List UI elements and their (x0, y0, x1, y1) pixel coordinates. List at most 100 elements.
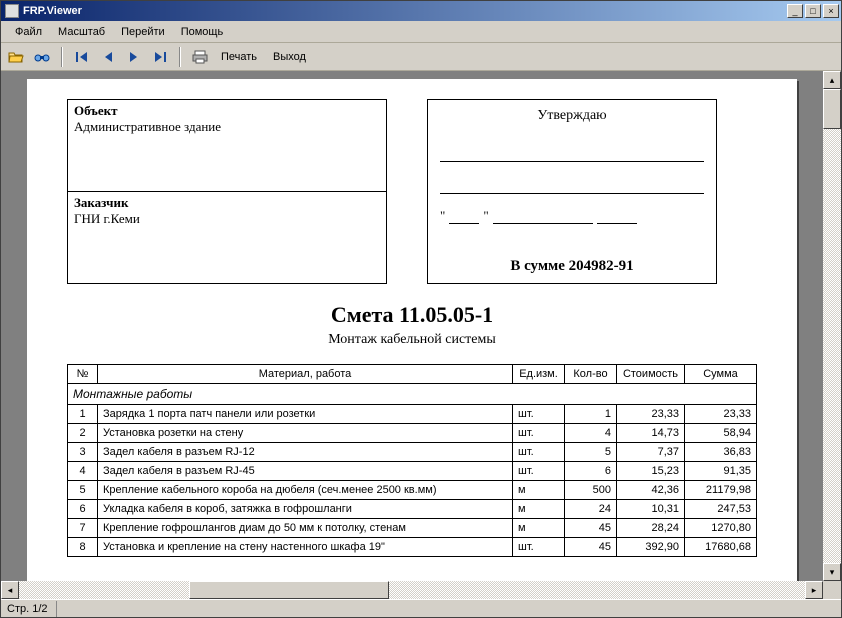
menu-scale[interactable]: Масштаб (50, 24, 113, 40)
viewer-viewport[interactable]: Объект Административное здание Заказчик … (1, 71, 823, 581)
col-name: Материал, работа (98, 365, 513, 384)
cell-unit: шт. (513, 424, 565, 443)
approve-label: Утверждаю (438, 108, 706, 124)
scroll-right-button[interactable]: ▸ (805, 581, 823, 599)
col-cost: Стоимость (617, 365, 685, 384)
separator (61, 47, 63, 67)
cell-name: Задел кабеля в разъем RJ-12 (98, 443, 513, 462)
window-title: FRP.Viewer (23, 5, 787, 17)
col-num: № (68, 365, 98, 384)
scroll-corner (823, 581, 841, 599)
cell-qty: 4 (565, 424, 617, 443)
exit-label[interactable]: Выход (267, 48, 312, 66)
table-row: 2Установка розетки на стенушт.414,7358,9… (68, 424, 757, 443)
horizontal-scrollbar[interactable]: ◂ ▸ (1, 581, 823, 599)
table-row: 1Зарядка 1 порта патч панели или розетки… (68, 405, 757, 424)
scroll-track[interactable] (19, 581, 805, 599)
document-page: Объект Административное здание Заказчик … (27, 79, 797, 581)
cell-cost: 392,90 (617, 538, 685, 557)
menu-file[interactable]: Файл (7, 24, 50, 40)
table-header-row: № Материал, работа Ед.изм. Кол-во Стоимо… (68, 365, 757, 384)
cell-sum: 91,35 (685, 462, 757, 481)
menu-bar: Файл Масштаб Перейти Помощь (1, 21, 841, 43)
cell-num: 5 (68, 481, 98, 500)
cell-num: 8 (68, 538, 98, 557)
cell-sum: 247,53 (685, 500, 757, 519)
section-row: Монтажные работы (68, 384, 757, 405)
next-icon (128, 51, 140, 63)
app-icon (5, 4, 19, 18)
cell-cost: 23,33 (617, 405, 685, 424)
separator (179, 47, 181, 67)
cell-sum: 1270,80 (685, 519, 757, 538)
maximize-button[interactable]: □ (805, 4, 821, 18)
cell-sum: 23,33 (685, 405, 757, 424)
section-label: Монтажные работы (68, 384, 757, 405)
cell-sum: 36,83 (685, 443, 757, 462)
cell-num: 6 (68, 500, 98, 519)
minimize-button[interactable]: _ (787, 4, 803, 18)
binoculars-icon (34, 50, 50, 64)
scroll-up-button[interactable]: ▴ (823, 71, 841, 89)
cell-unit: шт. (513, 443, 565, 462)
toolbar: Печать Выход (1, 43, 841, 71)
cell-sum: 17680,68 (685, 538, 757, 557)
scroll-down-button[interactable]: ▾ (823, 563, 841, 581)
app-window: FRP.Viewer _ □ × Файл Масштаб Перейти По… (0, 0, 842, 618)
estimate-table: № Материал, работа Ед.изм. Кол-во Стоимо… (67, 364, 757, 557)
cell-name: Задел кабеля в разъем RJ-45 (98, 462, 513, 481)
total-label: В сумме 204982-91 (438, 258, 706, 275)
cell-cost: 14,73 (617, 424, 685, 443)
first-page-button[interactable] (71, 46, 93, 68)
date-line: "" (440, 208, 704, 224)
cell-sum: 21179,98 (685, 481, 757, 500)
cell-unit: м (513, 481, 565, 500)
cell-unit: шт. (513, 538, 565, 557)
cell-cost: 15,23 (617, 462, 685, 481)
vertical-scrollbar[interactable]: ▴ ▾ (823, 71, 841, 581)
cell-unit: м (513, 519, 565, 538)
next-page-button[interactable] (123, 46, 145, 68)
approve-box: Утверждаю "" В сумме 204982-91 (427, 99, 717, 284)
cell-name: Установка и крепление на стену настенног… (98, 538, 513, 557)
close-button[interactable]: × (823, 4, 839, 18)
cell-name: Зарядка 1 порта патч панели или розетки (98, 405, 513, 424)
find-button[interactable] (31, 46, 53, 68)
col-unit: Ед.изм. (513, 365, 565, 384)
cell-num: 1 (68, 405, 98, 424)
scroll-thumb[interactable] (823, 89, 841, 129)
printer-icon (192, 50, 208, 64)
cell-name: Крепление кабельного короба на дюбеля (с… (98, 481, 513, 500)
menu-goto[interactable]: Перейти (113, 24, 173, 40)
scroll-track[interactable] (823, 89, 841, 563)
open-button[interactable] (5, 46, 27, 68)
last-page-button[interactable] (149, 46, 171, 68)
cell-qty: 45 (565, 519, 617, 538)
cell-qty: 45 (565, 538, 617, 557)
table-row: 7Крепление гофрошлангов диам до 50 мм к … (68, 519, 757, 538)
cell-qty: 1 (565, 405, 617, 424)
print-label[interactable]: Печать (215, 48, 263, 66)
cell-name: Укладка кабеля в короб, затяжка в гофрош… (98, 500, 513, 519)
cell-unit: шт. (513, 405, 565, 424)
content-area: Объект Административное здание Заказчик … (1, 71, 841, 599)
prev-page-button[interactable] (97, 46, 119, 68)
customer-label: Заказчик (74, 195, 380, 211)
menu-help[interactable]: Помощь (173, 24, 232, 40)
info-box-left: Объект Административное здание Заказчик … (67, 99, 387, 284)
table-row: 6Укладка кабеля в короб, затяжка в гофро… (68, 500, 757, 519)
scroll-thumb[interactable] (189, 581, 389, 599)
col-sum: Сумма (685, 365, 757, 384)
table-row: 8Установка и крепление на стену настенно… (68, 538, 757, 557)
print-button[interactable] (189, 46, 211, 68)
cell-cost: 28,24 (617, 519, 685, 538)
cell-unit: шт. (513, 462, 565, 481)
document-title: Смета 11.05.05-1 (67, 302, 757, 328)
signature-line (440, 142, 704, 162)
status-bar: Стр. 1/2 (1, 599, 841, 617)
col-qty: Кол-во (565, 365, 617, 384)
scroll-left-button[interactable]: ◂ (1, 581, 19, 599)
cell-unit: м (513, 500, 565, 519)
first-icon (75, 51, 89, 63)
cell-qty: 5 (565, 443, 617, 462)
